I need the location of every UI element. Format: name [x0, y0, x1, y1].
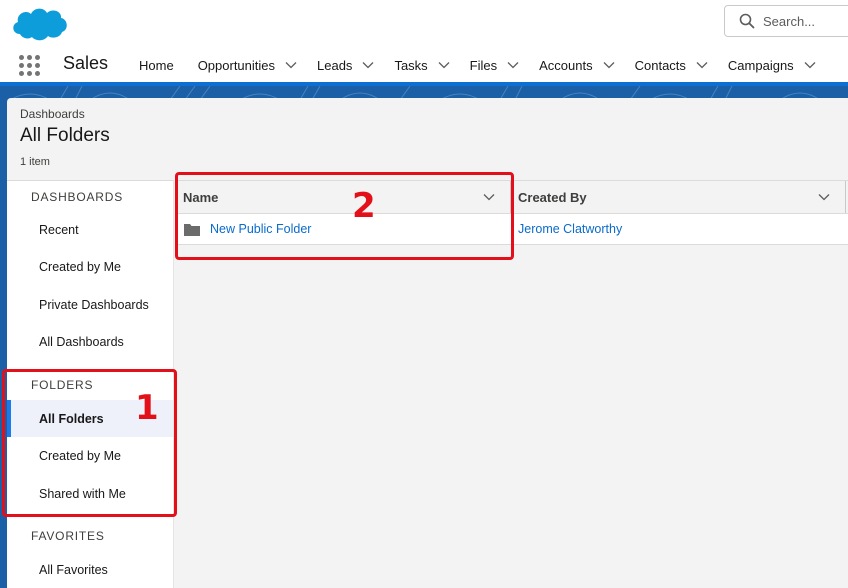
- nav-tab-home[interactable]: Home: [139, 58, 174, 73]
- sidebar-item-dashboards-created-by-me[interactable]: Created by Me: [7, 248, 173, 285]
- app-launcher-icon[interactable]: [19, 55, 41, 76]
- nav-tab-contacts[interactable]: Contacts: [635, 58, 708, 73]
- nav-tab-label: Leads: [317, 57, 353, 73]
- chevron-down-icon[interactable]: [804, 61, 816, 69]
- app-name: Sales: [63, 53, 109, 73]
- breadcrumb[interactable]: Dashboards: [20, 107, 85, 121]
- sidebar-item-all-favorites[interactable]: All Favorites: [7, 551, 173, 588]
- sidebar-section-favorites: FAVORITES: [31, 529, 105, 543]
- global-search-input[interactable]: Search...: [724, 5, 848, 37]
- sidebar-section-dashboards: DASHBOARDS: [31, 190, 124, 204]
- cell-created-by: Jerome Clatworthy: [518, 214, 622, 244]
- global-header: Search...: [0, 0, 848, 48]
- column-header-label: Created By: [518, 189, 587, 205]
- nav-tab-tasks[interactable]: Tasks: [394, 57, 450, 73]
- nav-tab-leads[interactable]: Leads: [317, 58, 374, 73]
- nav-tab-label: Accounts: [539, 57, 593, 73]
- nav-tab-opportunities[interactable]: Opportunities: [198, 58, 297, 73]
- sidebar-item-all-dashboards[interactable]: All Dashboards: [7, 323, 173, 360]
- sidebar-item-recent[interactable]: Recent: [7, 211, 173, 248]
- search-icon: [739, 13, 755, 29]
- column-header-created-by[interactable]: Created By: [518, 181, 843, 213]
- chevron-down-icon[interactable]: [507, 61, 519, 69]
- chevron-down-icon[interactable]: [603, 61, 615, 69]
- chevron-down-icon[interactable]: [818, 193, 830, 201]
- annotation-box-2: [175, 172, 514, 260]
- annotation-number-2: 2: [352, 186, 376, 226]
- nav-tab-campaigns[interactable]: Campaigns: [728, 58, 816, 73]
- salesforce-cloud-logo[interactable]: [10, 4, 70, 42]
- nav-tab-label: Campaigns: [727, 57, 794, 73]
- annotation-number-1: 1: [135, 388, 159, 428]
- nav-tab-label: Tasks: [394, 57, 428, 73]
- search-placeholder: Search...: [763, 13, 816, 29]
- column-resize-handle[interactable]: [845, 181, 846, 213]
- chevron-down-icon[interactable]: [362, 61, 374, 69]
- nav-tab-accounts[interactable]: Accounts: [539, 57, 615, 73]
- nav-tab-files[interactable]: Files: [470, 58, 519, 73]
- nav-tab-label: Contacts: [634, 57, 686, 73]
- nav-tab-label: Home: [139, 57, 174, 73]
- chevron-down-icon[interactable]: [285, 61, 297, 69]
- app-navigation-bar: Sales Home Opportunities Leads Tasks Fil…: [0, 48, 848, 82]
- item-count: 1 item: [20, 156, 50, 168]
- nav-tabs: Home Opportunities Leads Tasks Files Acc…: [139, 48, 836, 82]
- chevron-down-icon[interactable]: [696, 61, 708, 69]
- chevron-down-icon[interactable]: [438, 61, 450, 69]
- nav-tab-label: Files: [469, 57, 498, 73]
- user-link[interactable]: Jerome Clatworthy: [518, 222, 622, 236]
- page-title: All Folders: [20, 125, 110, 146]
- nav-tab-label: Opportunities: [197, 57, 276, 73]
- sidebar-item-private-dashboards[interactable]: Private Dashboards: [7, 286, 173, 323]
